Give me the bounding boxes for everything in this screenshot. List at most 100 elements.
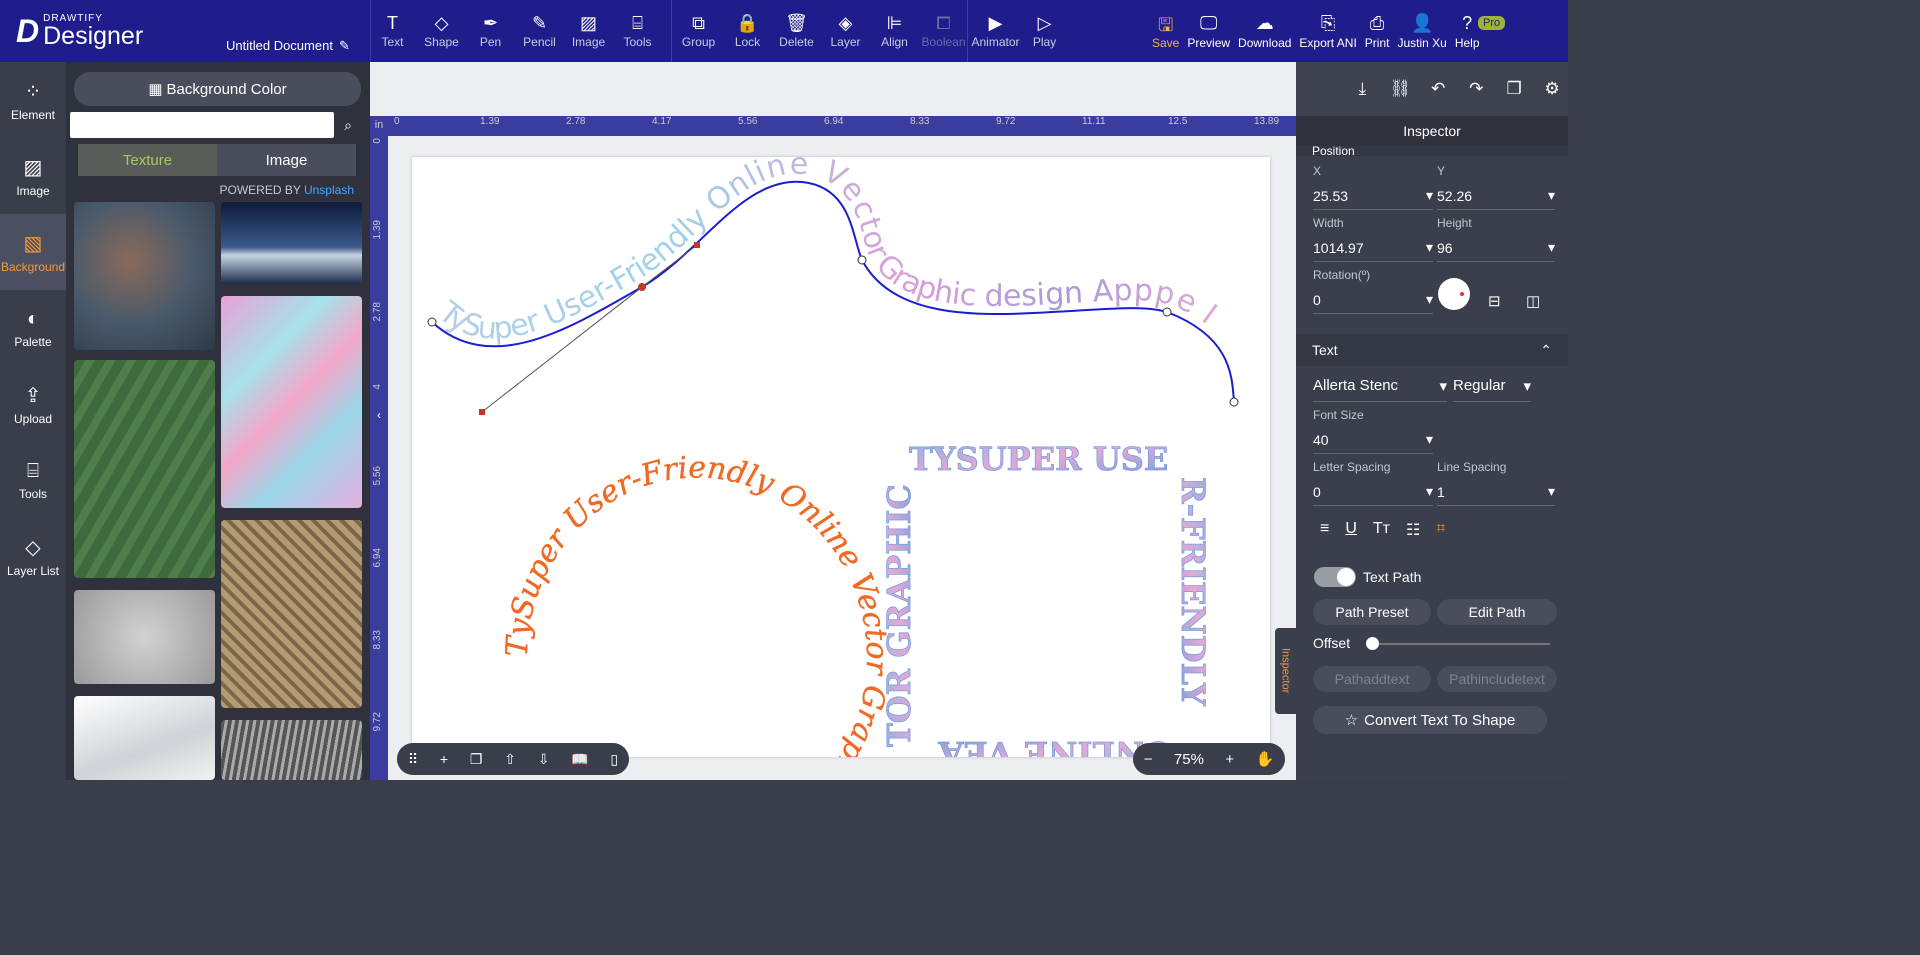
justin-xu-button[interactable]: 👤Justin Xu [1393,0,1450,62]
edit-path-button[interactable]: Edit Path [1437,599,1557,625]
settings-icon[interactable]: ⚙ [1536,79,1568,99]
image-button[interactable]: ▨Image [564,0,613,62]
add-page-icon[interactable]: + [440,751,448,767]
texture-thumbnail[interactable] [221,520,362,708]
delete-button[interactable]: 🗑Delete [772,0,821,62]
pen-button[interactable]: ✒Pen [466,0,515,62]
control-handle[interactable] [694,242,700,248]
y-field[interactable]: 52.26▾ [1437,182,1555,210]
line-spacing-field[interactable]: 1▾ [1437,478,1555,506]
text-case-icon[interactable]: Tт [1373,520,1390,540]
path-preset-button[interactable]: Path Preset [1313,599,1431,625]
import-icon[interactable]: ⤓ [1346,79,1378,99]
lock-button[interactable]: 🔒Lock [723,0,772,62]
path-node[interactable] [1163,308,1171,316]
align-button[interactable]: ⊫Align [870,0,919,62]
texture-thumbnail[interactable] [74,360,215,578]
path-node[interactable] [1230,398,1238,406]
inspector-font-select[interactable]: Allerta Stenc▾ [1313,370,1447,402]
download-button[interactable]: ☁Download [1234,0,1295,62]
undo-icon[interactable]: ↶ [1422,79,1454,99]
move-up-icon[interactable]: ⇧ [504,751,516,768]
duplicate-page-icon[interactable]: ❐ [470,751,483,768]
play-button[interactable]: ▷Play [1020,0,1069,62]
export-ani-button[interactable]: ⎘Export ANI [1295,0,1360,62]
flip-vertical-icon[interactable]: ⊟ [1488,292,1501,310]
texture-thumbnail[interactable] [74,590,215,684]
collapse-panel-icon[interactable]: ‹ [370,408,388,436]
text-path-toggle[interactable] [1314,567,1356,587]
inspector-style-select[interactable]: Regular▾ [1453,370,1531,402]
preview-button[interactable]: 🖵Preview [1183,0,1234,62]
offset-slider[interactable] [1372,643,1550,645]
texture-thumbnail[interactable] [221,296,362,508]
search-input[interactable] [70,112,334,138]
search-icon[interactable]: ⌕ [336,112,360,138]
tab-image[interactable]: Image [217,144,356,176]
move-down-icon[interactable]: ⇩ [538,751,550,768]
rotation-field[interactable]: 0▾ [1313,286,1433,314]
nav-item-layer-list[interactable]: ◇Layer List [0,518,66,594]
width-field[interactable]: 1014.97▾ [1313,234,1433,262]
nav-item-tools[interactable]: ⌸Tools [0,442,66,518]
design-page[interactable]: TySuper User-Friendly Online Vector Grap… [412,157,1270,757]
align-left-icon[interactable]: ≡ [1320,520,1329,540]
document-title[interactable]: Untitled Document ✎ [226,38,350,54]
book-icon[interactable]: 📖 [571,751,588,768]
texture-thumbnail[interactable] [221,720,362,780]
rectangle-text[interactable]: TYSUPER USE R-FRIENDLY ONLINE VEA TOR GR… [880,440,1212,757]
section-position[interactable]: Position [1296,146,1568,156]
texture-thumbnail[interactable] [74,202,215,350]
texture-thumbnail[interactable] [74,696,215,780]
help-button[interactable]: ?Help [1451,0,1484,62]
save-button[interactable]: 🖫Save [1148,0,1183,62]
rotation-dial[interactable] [1438,278,1470,310]
delete-page-icon[interactable]: ▯ [610,751,618,768]
control-handle[interactable] [479,409,485,415]
animator-button[interactable]: ▶Animator [971,0,1020,62]
shape-button[interactable]: ◇Shape [417,0,466,62]
text-button[interactable]: TText [368,0,417,62]
app-logo[interactable]: D DRAWTIFY Designer [0,0,226,62]
circle-text[interactable]: TySuper User-Friendly Online Vector Grap… [500,450,894,757]
zoom-out-icon[interactable]: − [1144,751,1153,768]
flip-horizontal-icon[interactable]: ◫ [1526,292,1540,310]
convert-text-to-shape-button[interactable]: ☆Convert Text To Shape [1313,706,1547,734]
x-field[interactable]: 25.53▾ [1313,182,1433,210]
underline-icon[interactable]: U [1345,520,1357,540]
nav-item-image[interactable]: ▨Image [0,138,66,214]
zoom-level[interactable]: 75% [1174,751,1204,768]
inspector-side-tab[interactable]: Inspector [1275,628,1296,714]
print-button[interactable]: ⎙Print [1361,0,1394,62]
wave-text-path[interactable]: TySuper User-Friendly Online Vector Grap… [428,157,1238,415]
pages-icon[interactable]: ❐ [1498,79,1530,99]
grid-icon[interactable]: ⠿ [408,751,418,768]
list-icon[interactable]: ☷ [1406,520,1420,540]
nav-item-element[interactable]: ⁘Element [0,62,66,138]
zoom-in-icon[interactable]: + [1225,751,1234,768]
path-add-text-button[interactable]: Pathaddtext [1313,666,1431,692]
pencil-button[interactable]: ✎Pencil [515,0,564,62]
unsplash-link[interactable]: Unsplash [304,183,354,197]
background-color-button[interactable]: ▦ Background Color [74,72,361,106]
tools-button[interactable]: ⌸Tools [613,0,662,62]
hand-icon[interactable]: ✋ [1256,750,1275,768]
boolean-button[interactable]: ⧠Boolean [919,0,968,62]
text-box-icon[interactable]: ⌗ [1436,520,1445,540]
edit-title-icon[interactable]: ✎ [339,38,350,54]
tab-texture[interactable]: Texture [78,144,217,176]
section-text[interactable]: Text⌃ [1296,334,1568,366]
link-icon[interactable]: ⛓ [1384,79,1416,99]
height-field[interactable]: 96▾ [1437,234,1555,262]
nav-item-palette[interactable]: ◐Palette [0,290,66,366]
group-button[interactable]: ⧉Group [674,0,723,62]
letter-spacing-field[interactable]: 0▾ [1313,478,1433,506]
redo-icon[interactable]: ↷ [1460,79,1492,99]
path-node[interactable] [638,283,646,291]
font-size-field[interactable]: 40▾ [1313,426,1433,454]
path-node[interactable] [428,318,436,326]
layer-button[interactable]: ◈Layer [821,0,870,62]
texture-thumbnail[interactable] [221,202,362,284]
path-node[interactable] [858,256,866,264]
path-include-text-button[interactable]: Pathincludetext [1437,666,1557,692]
